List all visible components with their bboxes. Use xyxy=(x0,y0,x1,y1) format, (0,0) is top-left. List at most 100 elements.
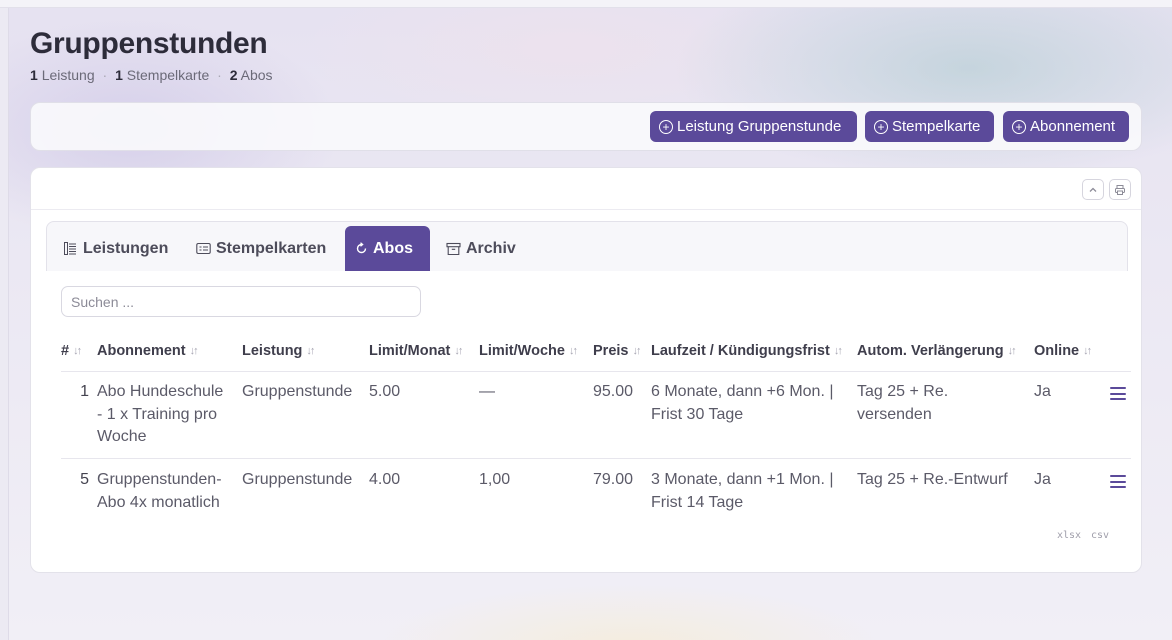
sort-icon: ↓↑ xyxy=(1083,345,1092,357)
cell-abonnement: Gruppenstunden- Abo 4x monatlich xyxy=(97,469,222,514)
card-header xyxy=(31,168,1141,210)
plus-circle-icon: + xyxy=(1012,119,1026,134)
cell-leistung: Gruppenstunde xyxy=(242,471,353,488)
column-header-label: Online xyxy=(1034,343,1080,359)
tab-label: Stempelkarten xyxy=(216,239,327,257)
cell-limit-monat: 4.00 xyxy=(369,471,401,488)
add-abonnement-button[interactable]: + Abonnement xyxy=(1003,111,1129,142)
button-label: Leistung Gruppenstunde xyxy=(677,118,842,135)
cell-preis: 95.00 xyxy=(593,383,634,400)
column-header-laufzeit[interactable]: Laufzeit / Kündigungsfrist ↓↑ xyxy=(651,343,843,359)
button-label: Abonnement xyxy=(1030,118,1116,135)
summary-count-leistung: 1 xyxy=(30,67,38,83)
cell-leistung: Gruppenstunde xyxy=(242,383,353,400)
cell-line: Gruppenstunden- xyxy=(97,471,222,488)
action-bar: + Leistung Gruppenstunde + Stempelkarte … xyxy=(30,102,1142,151)
cell-limit-woche: 1,00 xyxy=(479,471,511,488)
column-header-abonnement[interactable]: Abonnement ↓↑ xyxy=(97,343,199,359)
row-menu-icon[interactable] xyxy=(1110,387,1126,401)
row-menu-icon[interactable] xyxy=(1110,475,1126,489)
cell-line: - 1 x Training pro xyxy=(97,405,218,423)
cell-line: Tag 25 + Re. xyxy=(857,383,949,400)
table-divider xyxy=(61,458,1131,459)
export-csv-link[interactable]: csv xyxy=(1091,530,1109,541)
summary-count-abos: 2 xyxy=(229,67,238,83)
cell-line: 6 Monate, dann +6 Mon. | xyxy=(651,383,834,400)
column-header-label: Limit/Woche xyxy=(479,343,565,359)
column-header-label: Preis xyxy=(593,343,629,359)
sort-icon: ↓↑ xyxy=(833,345,843,357)
cell-verlaengerung: Tag 25 + Re.-Entwurf xyxy=(857,469,1008,492)
card-icon xyxy=(196,242,211,255)
export-xlsx-link[interactable]: xlsx xyxy=(1057,530,1081,541)
sort-icon: ↓↑ xyxy=(568,345,578,357)
sort-icon: ↓↑ xyxy=(454,345,463,357)
content-card: Leistungen Stempelkarten Abos Archiv # ↓… xyxy=(30,167,1142,573)
column-header-label: Leistung xyxy=(242,343,303,359)
sort-icon: ↓↑ xyxy=(1007,345,1017,357)
search-input[interactable] xyxy=(61,286,421,317)
print-button[interactable] xyxy=(1109,179,1131,200)
column-header-preis[interactable]: Preis ↓↑ xyxy=(593,343,641,359)
page-title: Gruppenstunden xyxy=(30,27,268,60)
cell-line: Frist 14 Tage xyxy=(651,493,744,511)
cell-preis: 79.00 xyxy=(593,471,634,488)
cell-line: Tag 25 + Re.-Entwurf xyxy=(857,471,1008,488)
cell-abonnement: Abo Hundeschule - 1 x Training pro Woche xyxy=(97,381,223,449)
top-bar xyxy=(0,0,1172,8)
column-header-label: Autom. Verlängerung xyxy=(857,343,1004,359)
plus-circle-icon: + xyxy=(659,119,673,134)
cell-line: Frist 30 Tage xyxy=(651,405,744,423)
cell-id: 5 xyxy=(80,471,89,488)
button-label: Stempelkarte xyxy=(892,118,981,135)
column-header-label: Abonnement xyxy=(97,343,186,359)
tab-abos[interactable]: Abos xyxy=(345,226,430,271)
column-header-leistung[interactable]: Leistung ↓↑ xyxy=(242,343,315,359)
summary-count-stempelkarte: 1 xyxy=(115,67,123,83)
table-divider xyxy=(61,371,1131,372)
tab-label: Archiv xyxy=(466,239,516,257)
cell-line: Abo Hundeschule xyxy=(97,383,224,400)
column-header-label: # xyxy=(61,343,70,359)
tab-bar: Leistungen Stempelkarten Abos Archiv xyxy=(46,221,1128,271)
tab-leistungen[interactable]: Leistungen xyxy=(53,226,178,271)
cell-laufzeit: 6 Monate, dann +6 Mon. | Frist 30 Tage xyxy=(651,381,834,426)
summary-label-abos: Abos xyxy=(240,67,273,83)
cell-line: versenden xyxy=(857,405,932,423)
cell-line: Abo 4x monatlich xyxy=(97,493,220,511)
add-stempelkarte-button[interactable]: + Stempelkarte xyxy=(865,111,994,142)
tab-stempelkarten[interactable]: Stempelkarten xyxy=(186,226,336,271)
tab-label: Abos xyxy=(373,239,413,257)
column-header-limit-woche[interactable]: Limit/Woche ↓↑ xyxy=(479,343,578,359)
refresh-icon xyxy=(356,242,367,254)
tab-archiv[interactable]: Archiv xyxy=(436,226,526,271)
cell-online: Ja xyxy=(1034,383,1051,400)
chevron-up-icon xyxy=(1089,187,1097,192)
summary-separator: · xyxy=(217,67,222,83)
summary-label-leistung: Leistung xyxy=(41,67,95,83)
sort-icon: ↓↑ xyxy=(306,345,315,357)
add-leistung-gruppenstunde-button[interactable]: + Leistung Gruppenstunde xyxy=(650,111,857,142)
summary-separator: · xyxy=(102,67,108,83)
cell-online: Ja xyxy=(1034,471,1051,488)
column-header-label: Laufzeit / Kündigungsfrist xyxy=(651,343,830,359)
cell-line: Woche xyxy=(97,428,147,445)
page-summary: 1 Leistung · 1 Stempelkarte · 2 Abos xyxy=(30,67,273,83)
collapse-button[interactable] xyxy=(1082,179,1104,200)
cell-id: 1 xyxy=(80,383,89,400)
column-header-label: Limit/Monat xyxy=(369,343,451,359)
printer-icon xyxy=(1115,184,1125,195)
cell-limit-woche: — xyxy=(479,383,495,400)
column-header-limit-monat[interactable]: Limit/Monat ↓↑ xyxy=(369,343,463,359)
column-header-verlaengerung[interactable]: Autom. Verlängerung ↓↑ xyxy=(857,343,1017,359)
tab-label: Leistungen xyxy=(83,239,169,257)
column-header-online[interactable]: Online ↓↑ xyxy=(1034,343,1092,359)
summary-label-stempelkarte: Stempelkarte xyxy=(126,67,210,83)
archive-icon xyxy=(446,242,461,255)
plus-circle-icon: + xyxy=(874,119,888,134)
cell-laufzeit: 3 Monate, dann +1 Mon. | Frist 14 Tage xyxy=(651,469,834,514)
list-icon xyxy=(64,242,76,255)
cell-line: 3 Monate, dann +1 Mon. | xyxy=(651,471,834,488)
column-header-id[interactable]: # ↓↑ xyxy=(61,343,82,359)
sort-icon: ↓↑ xyxy=(73,345,82,357)
